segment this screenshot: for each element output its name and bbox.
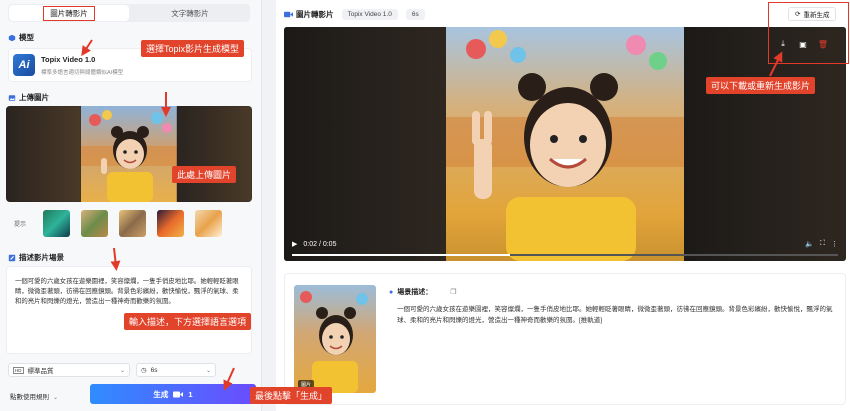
arrow-to-prompt bbox=[110, 247, 121, 271]
arrow-to-generate bbox=[223, 367, 235, 391]
arrow-to-model bbox=[81, 39, 93, 57]
arrow-to-actions bbox=[769, 51, 783, 77]
annotation-arrows bbox=[81, 39, 783, 391]
